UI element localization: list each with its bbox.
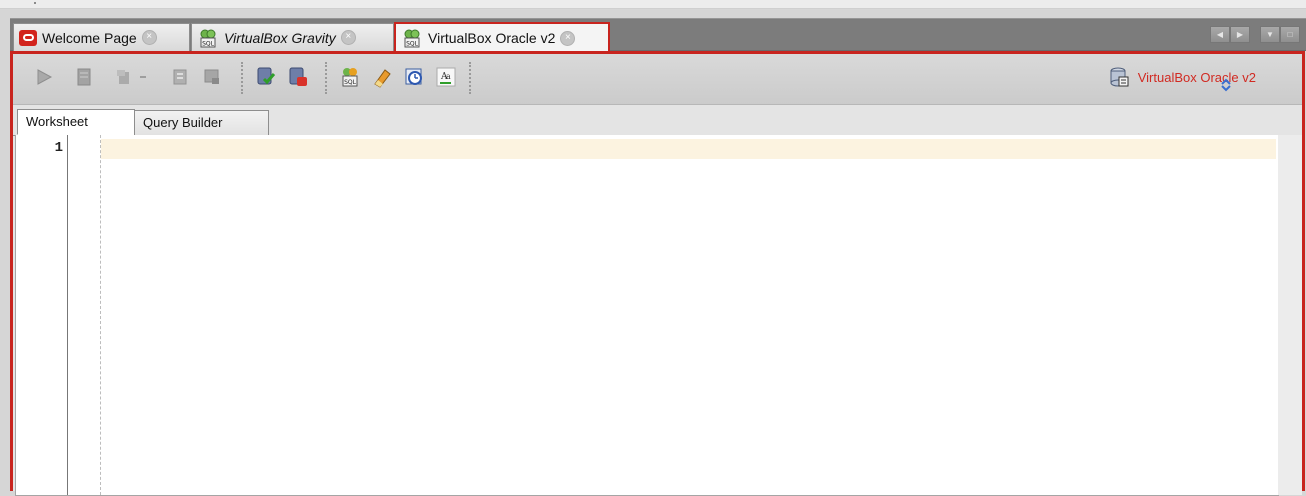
tab-label: VirtualBox Gravity <box>224 29 336 46</box>
scroll-tabs-left-icon[interactable]: ◀ <box>1210 26 1230 43</box>
line-number: 1 <box>54 140 63 156</box>
commit-icon[interactable] <box>253 64 279 90</box>
svg-text:SQL: SQL <box>202 40 215 47</box>
sql-history-icon[interactable] <box>401 64 427 90</box>
toolbar-separator <box>241 62 243 94</box>
oracle-icon <box>19 29 37 46</box>
window-buttons: ◀ ▶ ▼ □ <box>1210 26 1300 43</box>
connection-name: VirtualBox Oracle v2 <box>1137 69 1256 85</box>
tab-welcome-page[interactable]: Welcome Page × <box>13 23 190 51</box>
document-tab-bar: Welcome Page × SQL VirtualBox Gravity × … <box>10 18 1306 52</box>
tab-worksheet[interactable]: Worksheet <box>17 109 135 135</box>
sql-worksheet-icon: SQL <box>404 29 420 48</box>
worksheet-toolbar: SQL Aa VirtualBox Oracle v2 <box>13 54 1302 105</box>
tab-list-dropdown-icon[interactable]: ▼ <box>1260 26 1280 43</box>
worksheet-subtabs: Worksheet Query Builder <box>13 105 1302 136</box>
scroll-tabs-right-icon[interactable]: ▶ <box>1230 26 1250 43</box>
maximize-window-icon[interactable]: □ <box>1280 26 1300 43</box>
svg-text:SQL: SQL <box>406 41 419 48</box>
svg-text:SQL: SQL <box>344 79 357 86</box>
close-icon[interactable]: × <box>141 30 157 45</box>
editor-right-margin <box>1278 135 1302 495</box>
database-connection-icon <box>1110 67 1129 87</box>
tab-label: Welcome Page <box>42 29 137 46</box>
decoration-dot <box>34 2 36 4</box>
svg-text:a: a <box>446 72 451 81</box>
line-number-gutter: 1 <box>16 135 68 495</box>
clear-eraser-icon[interactable] <box>369 64 395 90</box>
close-icon[interactable]: × <box>340 30 356 45</box>
toolbar-separator <box>469 62 471 94</box>
tab-label: VirtualBox Oracle v2 <box>428 30 556 46</box>
worksheet-panel: SQL Aa VirtualBox Oracle v2 Worksheet Qu… <box>10 51 1305 496</box>
current-line-highlight[interactable] <box>101 139 1276 159</box>
chevron-updown-icon <box>1221 78 1231 92</box>
close-icon[interactable]: × <box>560 30 576 46</box>
autotrace-icon[interactable] <box>111 64 137 90</box>
top-strip <box>0 0 1306 9</box>
run-script-icon[interactable] <box>71 64 97 90</box>
format-text-icon[interactable]: Aa <box>433 64 459 90</box>
tab-virtualbox-gravity[interactable]: SQL VirtualBox Gravity × <box>191 23 394 51</box>
fold-gutter <box>68 135 101 495</box>
connection-selector[interactable]: VirtualBox Oracle v2 <box>1108 66 1256 92</box>
sql-editor[interactable]: 1 <box>15 135 1279 496</box>
tab-virtualbox-oracle-v2[interactable]: SQL VirtualBox Oracle v2 × <box>394 22 610 52</box>
toolbar-separator <box>325 62 327 94</box>
explain-plan-icon[interactable] <box>167 64 193 90</box>
unshared-sql-icon[interactable]: SQL <box>337 64 363 90</box>
sql-tuning-icon[interactable] <box>199 64 225 90</box>
autotrace-dropdown-icon[interactable] <box>137 64 151 90</box>
tab-query-builder[interactable]: Query Builder <box>134 110 269 135</box>
sql-worksheet-icon: SQL <box>200 29 216 47</box>
rollback-icon[interactable] <box>285 64 311 90</box>
run-statement-icon[interactable] <box>31 64 57 90</box>
